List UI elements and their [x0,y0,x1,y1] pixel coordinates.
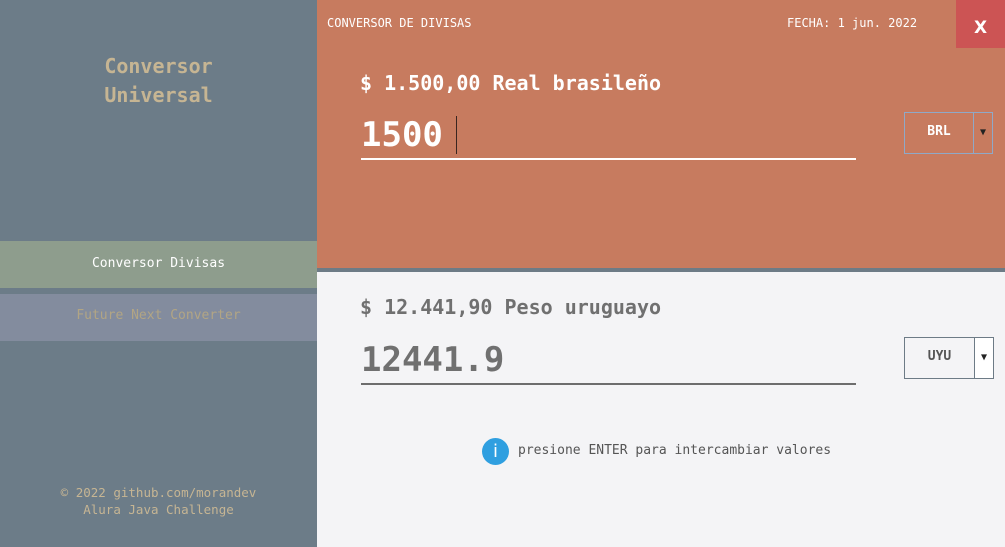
page-title: CONVERSOR DE DIVISAS [327,16,472,30]
source-currency-select[interactable]: BRL ▼ [904,112,993,154]
sidebar-item-conversor-divisas[interactable]: Conversor Divisas [0,241,317,288]
chevron-down-icon[interactable]: ▼ [974,112,993,154]
source-amount-label: $ 1.500,00 Real brasileño [360,71,662,95]
app-title: Conversor Universal [0,52,317,110]
info-icon: i [482,438,509,465]
footer-copyright: © 2022 github.com/morandev [60,485,257,500]
text-caret [456,116,457,154]
target-amount-label: $ 12.441,90 Peso uruguayo [360,295,662,319]
source-amount-input[interactable] [361,112,856,160]
app-title-line2: Universal [104,83,213,107]
date-label: FECHA: 1 jun. 2022 [787,16,918,30]
close-button[interactable]: X [956,0,1005,48]
app-title-line1: Conversor [104,54,213,78]
target-amount-input[interactable] [361,337,856,385]
panel-divider [317,268,1005,272]
sidebar: Conversor Universal Conversor Divisas Fu… [0,0,317,547]
target-currency-select[interactable]: UYU ▼ [904,337,994,379]
sidebar-footer: © 2022 github.com/morandev Alura Java Ch… [0,484,317,518]
target-currency-code[interactable]: UYU [904,337,975,379]
sidebar-item-future-converter[interactable]: Future Next Converter [0,294,317,341]
source-currency-code[interactable]: BRL [904,112,974,154]
chevron-down-icon[interactable]: ▼ [975,337,994,379]
hint-text: presione ENTER para intercambiar valores [518,443,832,458]
footer-challenge: Alura Java Challenge [83,502,234,517]
